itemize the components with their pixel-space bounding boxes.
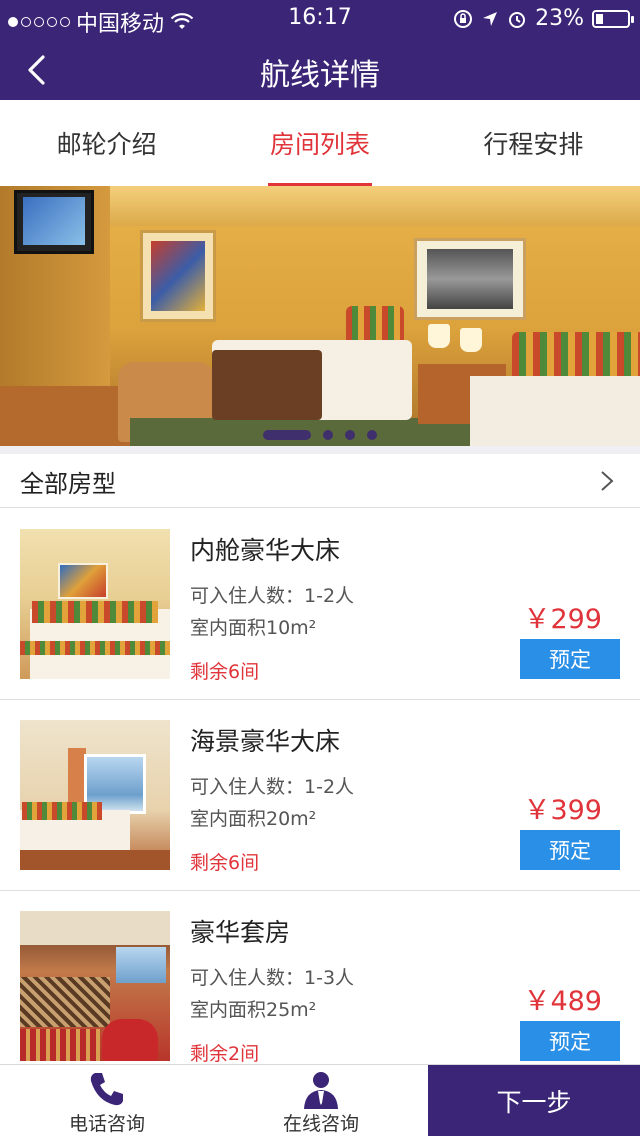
phone-icon — [90, 1073, 123, 1106]
room-thumbnail — [20, 720, 170, 870]
banner-painting — [414, 238, 526, 320]
room-name: 海景豪华大床 — [190, 727, 341, 756]
phone-consult-label: 电话咨询 — [68, 1113, 145, 1135]
online-consult-label: 在线咨询 — [282, 1113, 359, 1135]
status-bar: 中国移动 16:17 23% — [0, 0, 640, 40]
book-button[interactable]: 预定 — [520, 639, 620, 679]
battery-percent: 23% — [535, 6, 584, 31]
tab-bar: 邮轮介绍 房间列表 行程安排 — [0, 100, 640, 186]
room-price: ￥489 — [523, 986, 602, 1017]
room-area: 室内面积25m² — [190, 999, 317, 1021]
nav-bar: 航线详情 — [0, 40, 640, 100]
rooms-remaining: 剩余6间 — [190, 661, 260, 683]
room-list-item[interactable]: 内舱豪华大床 可入住人数：1-2人 室内面积10m² 剩余6间 ￥299 预定 — [0, 509, 640, 700]
tab-label: 房间列表 — [269, 130, 370, 159]
section-gap — [0, 446, 640, 454]
carousel-indicator — [0, 430, 640, 440]
section-title: 全部房型 — [20, 470, 116, 498]
banner-lamp — [460, 328, 482, 352]
page-title: 航线详情 — [260, 58, 380, 93]
tab-label: 邮轮介绍 — [56, 130, 157, 159]
carousel-dot[interactable] — [345, 430, 355, 440]
room-banner-carousel[interactable] — [0, 186, 640, 446]
chevron-right-icon — [601, 471, 614, 491]
banner-ceiling — [90, 186, 640, 226]
room-list-item[interactable]: 海景豪华大床 可入住人数：1-2人 室内面积20m² 剩余6间 ￥399 预定 — [0, 700, 640, 891]
carousel-dot[interactable] — [367, 430, 377, 440]
carousel-dot[interactable] — [263, 430, 311, 440]
room-area: 室内面积20m² — [190, 808, 317, 830]
rooms-remaining: 剩余6间 — [190, 852, 260, 874]
room-price: ￥399 — [523, 795, 602, 826]
banner-tv — [14, 190, 94, 254]
tab-label: 行程安排 — [483, 130, 584, 159]
room-list-item[interactable]: 豪华套房 可入住人数：1-3人 室内面积25m² 剩余2间 ￥489 预定 — [0, 891, 640, 1082]
room-capacity: 可入住人数：1-2人 — [190, 585, 355, 607]
book-button[interactable]: 预定 — [520, 830, 620, 870]
agent-icon — [304, 1072, 338, 1109]
banner-pillow — [512, 332, 640, 382]
banner-lamp — [428, 324, 450, 348]
room-capacity: 可入住人数：1-3人 — [190, 967, 355, 989]
room-price: ￥299 — [523, 604, 602, 635]
book-button[interactable]: 预定 — [520, 1021, 620, 1061]
room-area: 室内面积10m² — [190, 617, 317, 639]
online-consult-button[interactable]: 在线咨询 — [214, 1065, 428, 1136]
room-thumbnail — [20, 529, 170, 679]
carousel-dot[interactable] — [323, 430, 333, 440]
tab-ship-intro[interactable]: 邮轮介绍 — [0, 100, 213, 186]
banner-bed — [212, 340, 412, 420]
all-room-types-row[interactable]: 全部房型 — [0, 454, 640, 508]
room-capacity: 可入住人数：1-2人 — [190, 776, 355, 798]
rooms-remaining: 剩余2间 — [190, 1043, 260, 1065]
lock-rotation-icon — [454, 9, 473, 28]
banner-painting — [140, 230, 216, 322]
room-name: 豪华套房 — [190, 918, 291, 947]
bottom-bar: 电话咨询 在线咨询 下一步 — [0, 1064, 640, 1136]
alarm-icon — [509, 11, 526, 28]
room-name: 内舱豪华大床 — [190, 536, 341, 565]
phone-consult-button[interactable]: 电话咨询 — [0, 1065, 214, 1136]
room-thumbnail — [20, 911, 170, 1061]
status-right: 23% — [453, 6, 634, 31]
battery-icon — [592, 9, 634, 28]
tab-itinerary[interactable]: 行程安排 — [427, 100, 640, 186]
location-arrow-icon — [483, 11, 498, 26]
next-step-button[interactable]: 下一步 — [428, 1065, 640, 1136]
tab-room-list[interactable]: 房间列表 — [213, 100, 426, 186]
